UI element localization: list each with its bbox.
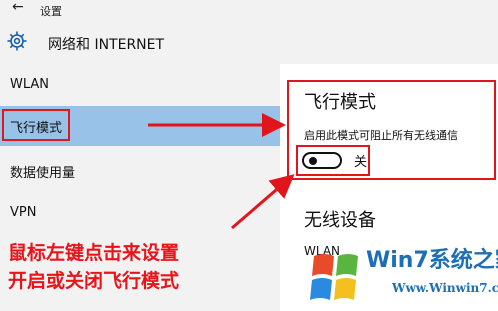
watermark-brand: Win7系统之家 [366,248,498,273]
watermark-url: Www.Winwin7.com [392,281,498,295]
annotation-line-1: 鼠标左键点击来设置 [8,242,180,264]
annotation-line-2: 开启或关闭飞行模式 [8,270,180,292]
arrow-to-toggle [231,174,295,230]
